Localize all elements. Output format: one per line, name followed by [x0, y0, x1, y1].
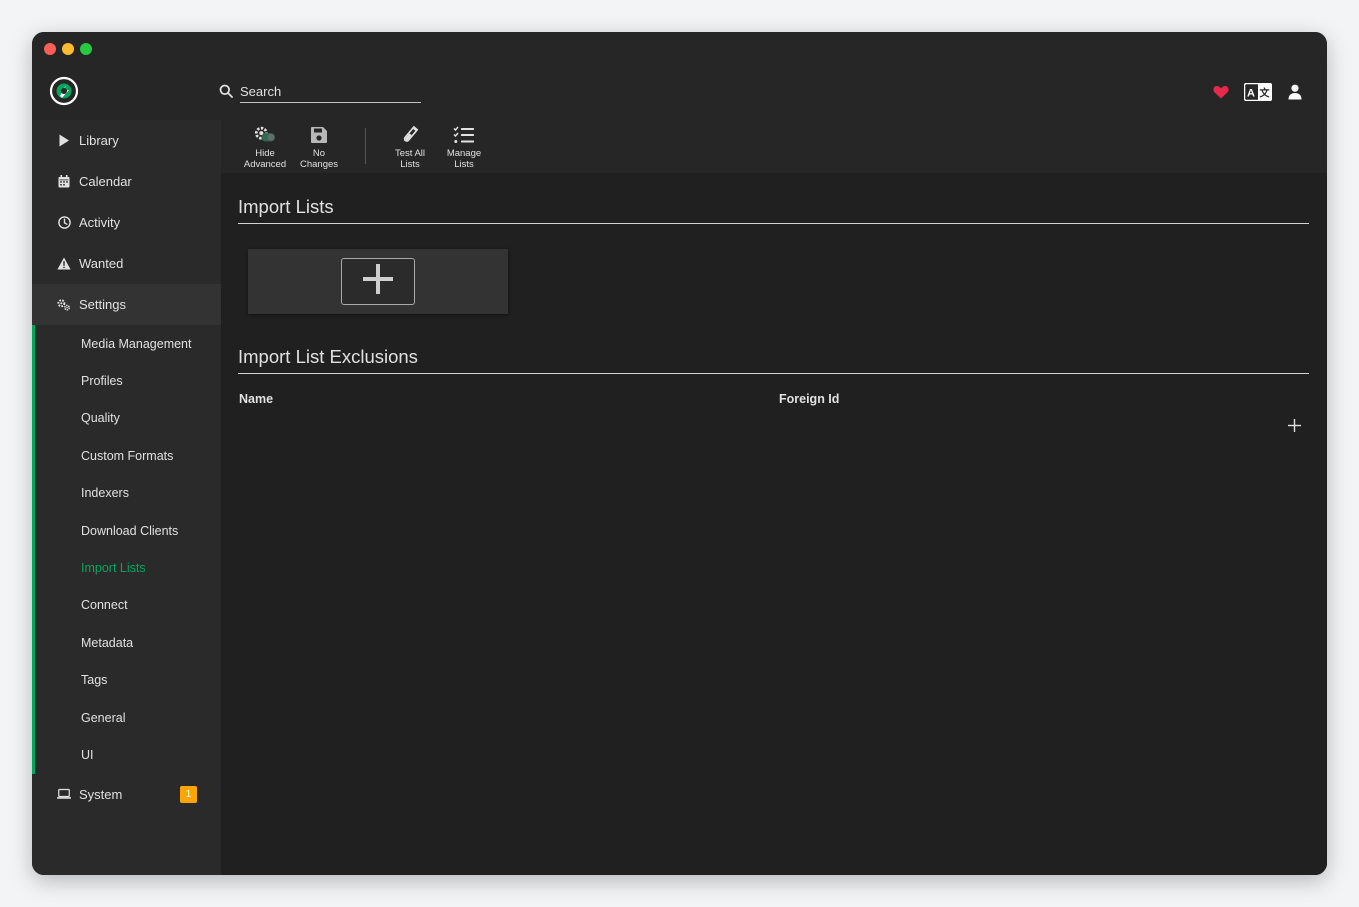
translate-icon[interactable]: A文	[1244, 82, 1272, 102]
sidebar-sub-metadata[interactable]: Metadata	[32, 624, 221, 661]
test-all-lists-button[interactable]: Test All Lists	[385, 124, 435, 170]
settings-group: Settings Media Management Profiles Quali…	[32, 284, 221, 774]
sidebar-item-library[interactable]: Library	[32, 120, 221, 161]
sidebar-item-calendar[interactable]: Calendar	[32, 161, 221, 202]
toolbar-label-line1: Test All	[394, 148, 426, 159]
sidebar: Library Calendar Activity Wanted Setting…	[32, 120, 221, 875]
add-exclusion-button[interactable]	[1284, 418, 1304, 438]
app-logo-icon[interactable]	[49, 76, 79, 106]
toolbar-separator	[365, 128, 366, 164]
active-indicator	[32, 284, 35, 774]
sidebar-sub-general[interactable]: General	[32, 699, 221, 736]
sidebar-item-label: Wanted	[79, 256, 124, 271]
hide-advanced-button[interactable]: Hide Advanced	[240, 124, 290, 170]
manage-lists-button[interactable]: Manage Lists	[439, 124, 489, 170]
page-header: A文	[32, 66, 1327, 120]
sidebar-item-label: Calendar	[79, 174, 132, 189]
sidebar-item-wanted[interactable]: Wanted	[32, 243, 221, 284]
header-actions: A文	[1207, 81, 1309, 103]
toolbar-label-line2: Lists	[454, 158, 474, 170]
sidebar-sub-download-clients[interactable]: Download Clients	[32, 512, 221, 549]
test-tube-icon	[399, 124, 421, 146]
sidebar-sub-profiles[interactable]: Profiles	[32, 362, 221, 399]
clock-icon	[57, 216, 71, 230]
sidebar-sub-connect[interactable]: Connect	[32, 587, 221, 624]
close-window-button[interactable]	[44, 43, 56, 55]
search-icon	[219, 84, 233, 98]
minimize-window-button[interactable]	[62, 43, 74, 55]
search-box	[219, 81, 421, 103]
app-window: A文 Library Calendar Activity	[32, 32, 1327, 875]
sidebar-item-label: Library	[79, 133, 119, 148]
sidebar-item-settings[interactable]: Settings	[32, 284, 221, 325]
add-import-list-card[interactable]	[248, 249, 508, 314]
plus-icon	[361, 262, 395, 301]
play-icon	[57, 134, 71, 148]
toolbar-label-line2: Lists	[400, 158, 420, 170]
gears-icon	[57, 298, 71, 312]
save-icon	[308, 124, 330, 146]
main-content: Import Lists Import List Exclusions Name…	[221, 173, 1327, 875]
sidebar-sub-tags[interactable]: Tags	[32, 662, 221, 699]
svg-text:A: A	[1247, 88, 1255, 100]
sidebar-sub-ui[interactable]: UI	[32, 736, 221, 773]
system-notification-badge: 1	[180, 785, 197, 803]
sidebar-sub-quality[interactable]: Quality	[32, 400, 221, 437]
column-header-name: Name	[239, 392, 274, 406]
heart-icon[interactable]	[1207, 82, 1235, 102]
laptop-icon	[57, 787, 71, 801]
warning-icon	[57, 257, 71, 271]
sidebar-sub-media-management[interactable]: Media Management	[32, 325, 221, 362]
search-input[interactable]	[240, 81, 421, 103]
user-icon[interactable]	[1281, 82, 1309, 102]
sidebar-sub-import-lists[interactable]: Import Lists	[32, 549, 221, 586]
page-toolbar: Hide Advanced No Changes Test All Lists …	[221, 120, 1327, 173]
sidebar-item-activity[interactable]: Activity	[32, 202, 221, 243]
toolbar-label-line2: Advanced	[243, 158, 287, 170]
import-lists-heading: Import Lists	[238, 196, 1309, 224]
toolbar-label-line1: Hide	[255, 148, 275, 159]
sidebar-item-system[interactable]: System 1	[32, 774, 221, 815]
calendar-icon	[57, 175, 71, 189]
toolbar-label-line2: Changes	[299, 158, 339, 170]
svg-text:文: 文	[1260, 87, 1271, 100]
list-check-icon	[453, 124, 475, 146]
toolbar-label-line1: Manage	[446, 148, 482, 159]
sidebar-item-label: System	[79, 786, 123, 802]
gear-toggle-icon	[254, 124, 276, 146]
save-changes-button[interactable]: No Changes	[294, 124, 344, 170]
sidebar-item-label: Activity	[79, 215, 121, 230]
toolbar-label-line1: No	[312, 148, 326, 159]
add-import-list-button[interactable]	[341, 258, 415, 305]
column-header-foreign-id: Foreign Id	[779, 392, 840, 406]
sidebar-sub-indexers[interactable]: Indexers	[32, 475, 221, 512]
import-list-exclusions-heading: Import List Exclusions	[238, 346, 1309, 374]
plus-icon	[1287, 419, 1301, 437]
zoom-window-button[interactable]	[80, 43, 92, 55]
sidebar-sub-custom-formats[interactable]: Custom Formats	[32, 437, 221, 474]
sidebar-item-label: Settings	[79, 297, 126, 312]
title-bar	[32, 32, 1327, 66]
